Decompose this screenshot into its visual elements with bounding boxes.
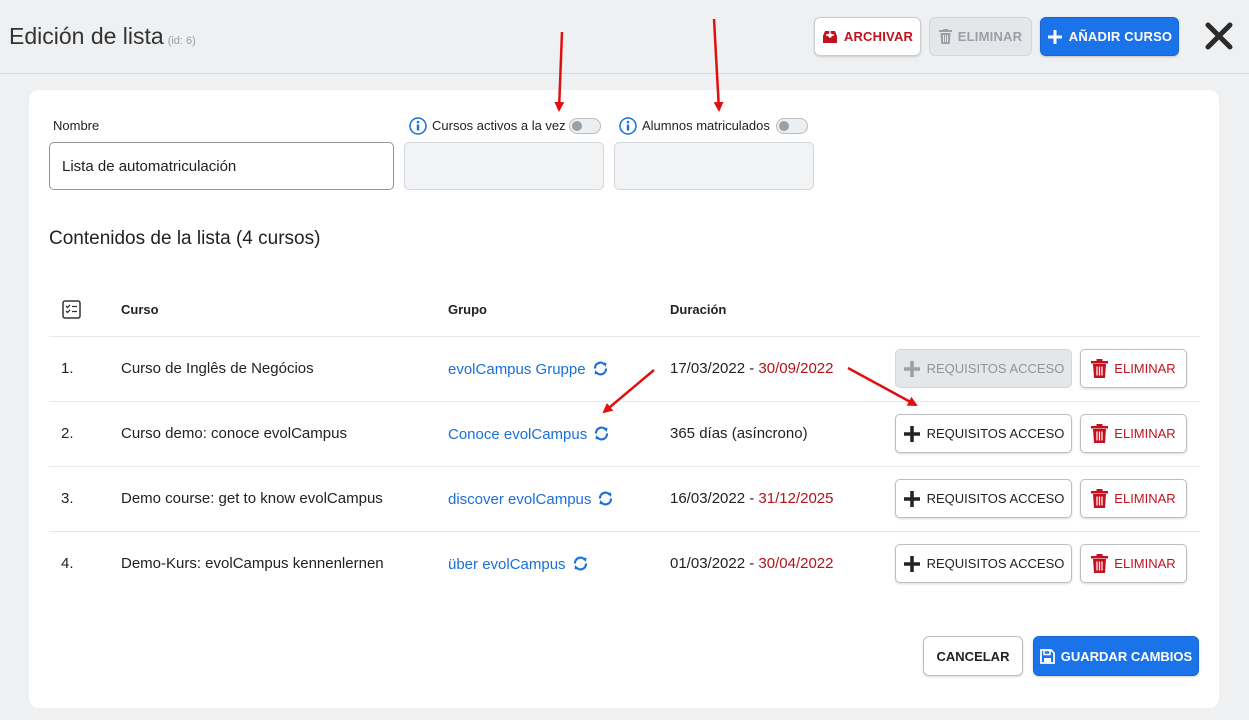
active-courses-toggle[interactable] <box>569 118 601 134</box>
row-index: 2. <box>61 425 74 442</box>
trash-icon <box>938 29 952 44</box>
row-index: 3. <box>61 490 74 507</box>
page-header: Edición de lista (id: 6) ARCHIVAR ELIMINA… <box>0 0 1249 74</box>
enrolled-toggle[interactable] <box>776 118 808 134</box>
group-link[interactable]: Conoce evolCampus <box>448 425 610 443</box>
duration: 17/03/2022 - 30/09/2022 <box>670 360 834 377</box>
duration: 01/03/2022 - 30/04/2022 <box>670 555 834 572</box>
trash-icon <box>1091 489 1109 508</box>
duration: 16/03/2022 - 31/12/2025 <box>670 490 834 507</box>
access-requirements-button[interactable]: REQUISITOS ACCESO <box>895 414 1072 453</box>
duration: 365 días (asíncrono) <box>670 425 808 442</box>
remove-course-button[interactable]: ELIMINAR <box>1080 349 1187 388</box>
info-icon[interactable] <box>619 117 637 135</box>
access-requirements-button[interactable]: REQUISITOS ACCESO <box>895 349 1072 388</box>
plus-icon <box>1047 29 1062 44</box>
name-label: Nombre <box>53 118 100 133</box>
plus-icon <box>903 360 920 377</box>
cancel-button[interactable]: CANCELAR <box>923 636 1023 676</box>
remove-course-button[interactable]: ELIMINAR <box>1080 544 1187 583</box>
group-link[interactable]: evolCampus Gruppe <box>448 360 609 378</box>
access-requirements-button[interactable]: REQUISITOS ACCESO <box>895 479 1072 518</box>
add-course-button-label: AÑADIR CURSO <box>1068 29 1173 44</box>
name-input[interactable] <box>49 142 394 190</box>
group-link[interactable]: discover evolCampus <box>448 490 614 508</box>
active-courses-label: Cursos activos a la vez <box>432 118 566 133</box>
row-divider <box>49 401 1200 402</box>
row-divider <box>49 466 1200 467</box>
add-course-button[interactable]: AÑADIR CURSO <box>1040 17 1179 56</box>
sync-icon[interactable] <box>592 360 609 377</box>
close-icon[interactable] <box>1203 20 1235 52</box>
delete-list-button-label: ELIMINAR <box>957 29 1023 44</box>
page-title: Edición de lista (id: 6) <box>9 23 196 49</box>
row-divider <box>49 336 1200 337</box>
column-duration: Duración <box>670 302 727 317</box>
archive-icon <box>822 31 837 43</box>
trash-icon <box>1091 359 1109 378</box>
group-link[interactable]: über evolCampus <box>448 555 589 573</box>
sync-icon[interactable] <box>597 490 614 507</box>
row-index: 4. <box>61 555 74 572</box>
plus-icon <box>903 425 920 442</box>
archive-button[interactable]: ARCHIVAR <box>814 17 921 56</box>
trash-icon <box>1091 554 1109 573</box>
course-name: Demo course: get to know evolCampus <box>121 490 383 507</box>
row-divider <box>49 531 1200 532</box>
contents-title: Contenidos de la lista (4 cursos) <box>49 228 321 249</box>
plus-icon <box>903 555 920 572</box>
access-requirements-button[interactable]: REQUISITOS ACCESO <box>895 544 1072 583</box>
enrolled-label: Alumnos matriculados <box>642 118 770 133</box>
remove-course-button[interactable]: ELIMINAR <box>1080 414 1187 453</box>
enrolled-input[interactable] <box>614 142 814 190</box>
save-changes-button[interactable]: GUARDAR CAMBIOS <box>1033 636 1199 676</box>
sync-icon[interactable] <box>593 425 610 442</box>
info-icon[interactable] <box>409 117 427 135</box>
course-name: Curso de Inglês de Negócios <box>121 360 314 377</box>
column-group: Grupo <box>448 302 487 317</box>
list-id: (id: 6) <box>167 35 196 47</box>
column-course: Curso <box>121 302 159 317</box>
sync-icon[interactable] <box>572 555 589 572</box>
archive-button-label: ARCHIVAR <box>843 29 914 44</box>
course-name: Curso demo: conoce evolCampus <box>121 425 347 442</box>
active-courses-input[interactable] <box>404 142 604 190</box>
row-index: 1. <box>61 360 74 377</box>
remove-course-button[interactable]: ELIMINAR <box>1080 479 1187 518</box>
select-all-icon[interactable] <box>62 300 81 319</box>
plus-icon <box>903 490 920 507</box>
trash-icon <box>1091 424 1109 443</box>
course-name: Demo-Kurs: evolCampus kennenlernen <box>121 555 384 572</box>
delete-list-button[interactable]: ELIMINAR <box>929 17 1032 56</box>
save-icon <box>1039 648 1055 664</box>
